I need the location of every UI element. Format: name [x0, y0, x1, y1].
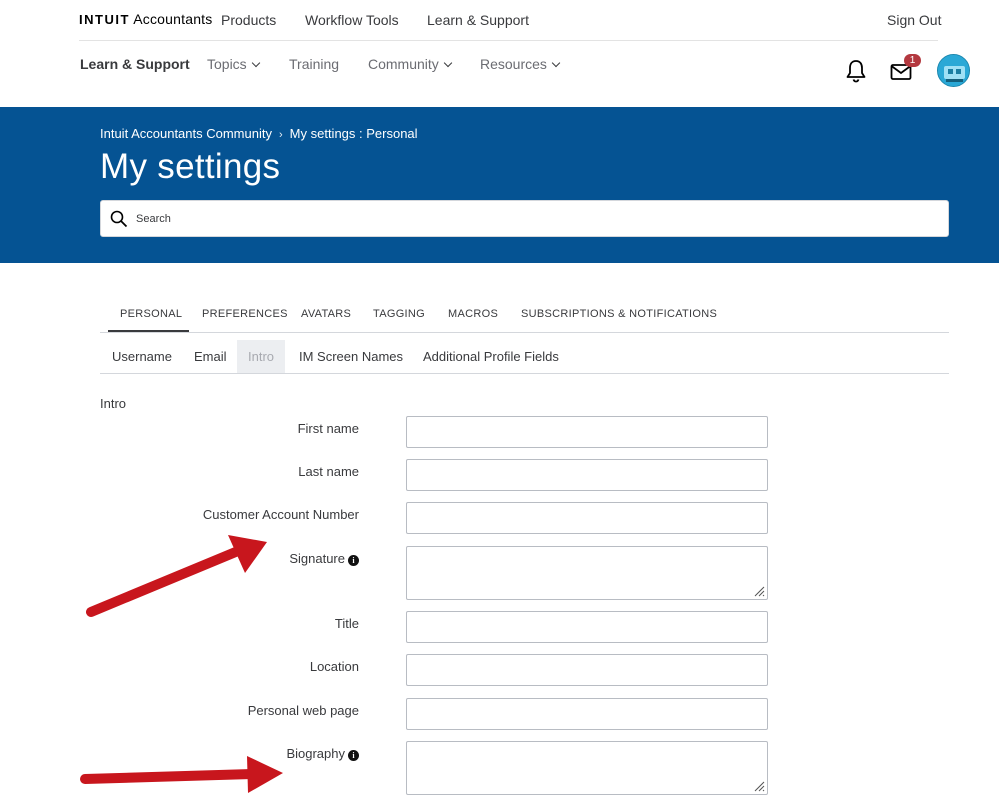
- intuit-accountants-logo[interactable]: INTUIT Accountants: [79, 11, 212, 27]
- training-link[interactable]: Training: [289, 56, 339, 72]
- logo-product: Accountants: [133, 11, 213, 27]
- personal-web-page-label: Personal web page: [247, 703, 359, 718]
- community-label: Community: [368, 56, 439, 72]
- last-name-label: Last name: [298, 464, 359, 479]
- section-heading: Intro: [100, 396, 127, 411]
- first-name-label: First name: [297, 421, 359, 436]
- community-menu[interactable]: Community: [368, 56, 453, 72]
- annotation-arrow-biography: [80, 756, 283, 793]
- subtab-additional-profile-fields[interactable]: Additional Profile Fields: [423, 340, 559, 373]
- breadcrumb-separator: ›: [278, 129, 283, 141]
- resize-handle-icon[interactable]: [753, 585, 765, 597]
- biography-textarea[interactable]: [407, 742, 767, 794]
- chevron-down-icon: [551, 58, 561, 68]
- topics-menu[interactable]: Topics: [207, 56, 260, 72]
- info-icon[interactable]: i: [348, 555, 359, 566]
- search-bar[interactable]: [100, 200, 949, 237]
- page-header-banner: Intuit Accountants Community › My settings…: [0, 107, 999, 263]
- breadcrumb-community-link[interactable]: Intuit Accountants Community: [100, 126, 272, 141]
- workflow-tools-link[interactable]: Workflow Tools: [305, 12, 399, 28]
- biography-label: Biography i: [286, 746, 359, 761]
- personal-web-page-input[interactable]: [407, 699, 767, 729]
- breadcrumb: Intuit Accountants Community › My settings…: [100, 126, 418, 141]
- last-name-input[interactable]: [407, 460, 767, 490]
- first-name-field[interactable]: [406, 416, 768, 448]
- location-label: Location: [309, 659, 359, 674]
- resize-handle-icon[interactable]: [753, 780, 765, 792]
- products-link[interactable]: Products: [221, 12, 276, 28]
- biography-field[interactable]: [406, 741, 768, 795]
- learn-support-link[interactable]: Learn & Support: [427, 12, 529, 28]
- tab-subscriptions-notifications[interactable]: SUBSCRIPTIONS & NOTIFICATIONS: [521, 308, 717, 320]
- customer-account-number-input[interactable]: [407, 503, 767, 533]
- logo-brand: INTUIT: [79, 12, 130, 27]
- subtab-email[interactable]: Email: [194, 340, 227, 373]
- user-avatar[interactable]: [937, 54, 970, 87]
- chevron-down-icon: [443, 58, 453, 68]
- active-tab-indicator: [108, 330, 189, 332]
- title-input[interactable]: [407, 612, 767, 642]
- resources-label: Resources: [480, 56, 547, 72]
- signature-textarea[interactable]: [407, 547, 767, 599]
- top-bar: INTUIT Accountants Products Workflow Too…: [0, 0, 999, 41]
- tab-avatars[interactable]: AVATARS: [301, 308, 351, 320]
- personal-web-page-field[interactable]: [406, 698, 768, 730]
- topics-label: Topics: [207, 56, 247, 72]
- avatar-image: [938, 55, 969, 86]
- tab-preferences[interactable]: PREFERENCES: [202, 308, 288, 320]
- signature-label-text: Signature: [289, 551, 345, 566]
- signature-field[interactable]: [406, 546, 768, 600]
- page-title: My settings: [100, 147, 281, 186]
- tab-personal[interactable]: PERSONAL: [120, 308, 182, 320]
- search-input[interactable]: [136, 201, 936, 236]
- secondary-nav: Learn & Support Topics Training Communit…: [0, 41, 999, 107]
- tab-tagging[interactable]: TAGGING: [373, 308, 425, 320]
- learn-support-home[interactable]: Learn & Support: [80, 56, 190, 72]
- customer-account-number-label: Customer Account Number: [202, 507, 359, 522]
- location-input[interactable]: [407, 655, 767, 685]
- title-label: Title: [334, 616, 359, 631]
- annotation-arrow-signature: [86, 535, 267, 617]
- bell-icon[interactable]: [845, 59, 867, 83]
- first-name-input[interactable]: [407, 417, 767, 447]
- settings-tabs: PERSONAL PREFERENCES AVATARS TAGGING MAC…: [100, 297, 949, 333]
- sign-out-link[interactable]: Sign Out: [887, 12, 941, 28]
- search-icon: [110, 210, 128, 228]
- location-field[interactable]: [406, 654, 768, 686]
- breadcrumb-current: My settings : Personal: [289, 126, 418, 141]
- personal-subtabs: Username Email Intro IM Screen Names Add…: [100, 340, 949, 374]
- chevron-down-icon: [251, 58, 260, 68]
- last-name-field[interactable]: [406, 459, 768, 491]
- subtab-im-screen-names[interactable]: IM Screen Names: [299, 340, 403, 373]
- tab-macros[interactable]: MACROS: [448, 308, 498, 320]
- subtab-intro[interactable]: Intro: [237, 340, 286, 373]
- info-icon[interactable]: i: [348, 750, 359, 761]
- message-count-badge: 1: [904, 54, 921, 67]
- subtab-username[interactable]: Username: [112, 340, 172, 373]
- top-bar-inner: INTUIT Accountants Products Workflow Too…: [79, 0, 941, 41]
- biography-label-text: Biography: [286, 746, 345, 761]
- signature-label: Signature i: [289, 551, 359, 566]
- title-field[interactable]: [406, 611, 768, 643]
- customer-account-number-field[interactable]: [406, 502, 768, 534]
- resources-menu[interactable]: Resources: [480, 56, 561, 72]
